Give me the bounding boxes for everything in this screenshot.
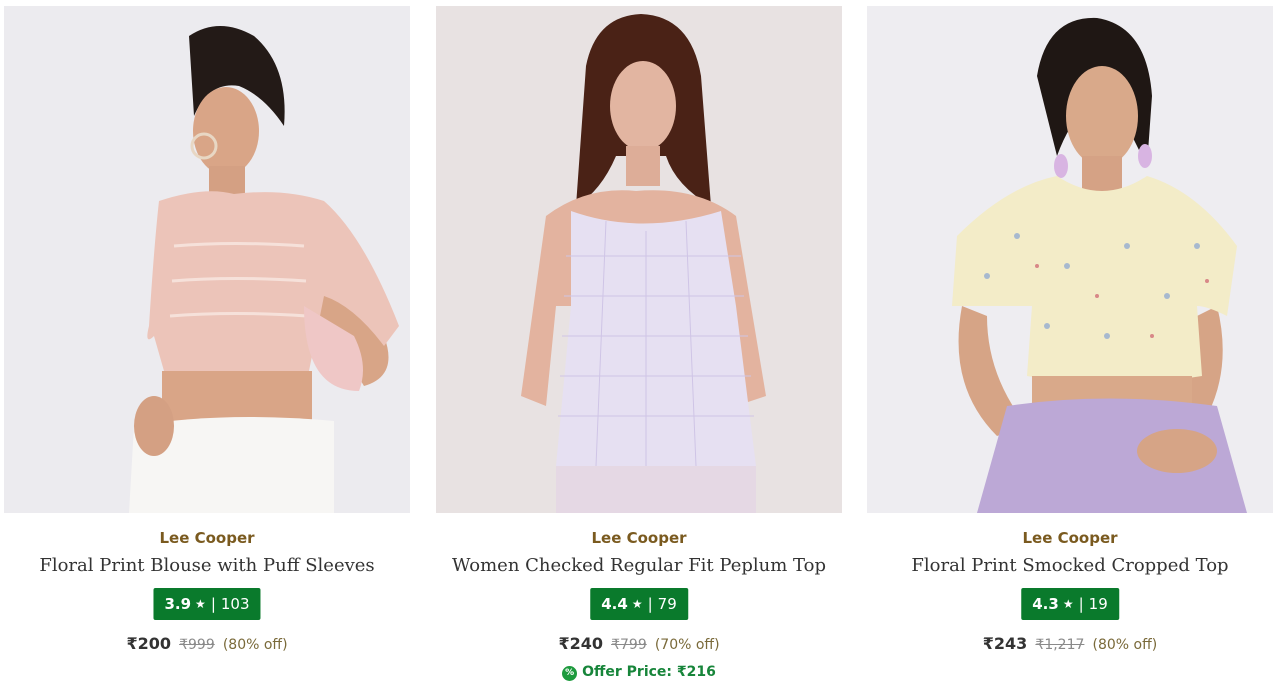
star-icon: ★ [631, 597, 643, 611]
sale-price: ₹200 [126, 634, 171, 653]
offer-percent-icon: % [562, 666, 578, 681]
product-card[interactable]: Lee Cooper Floral Print Smocked Cropped … [867, 0, 1273, 691]
star-icon: ★ [1062, 597, 1074, 611]
product-image[interactable] [4, 6, 410, 513]
discount-percent: (80% off) [1092, 637, 1158, 653]
rating-value: 4.4 [601, 595, 628, 613]
offer-price-text: Offer Price: ₹216 [582, 664, 716, 680]
original-price: ₹799 [611, 637, 647, 653]
sale-price: ₹243 [982, 634, 1028, 653]
product-grid: Lee Cooper Floral Print Blouse with Puff… [0, 0, 1280, 691]
brand-name: Lee Cooper [159, 529, 255, 547]
rating-separator: | [1078, 595, 1084, 613]
brand-name: Lee Cooper [591, 529, 687, 547]
discount-percent: (80% off) [222, 637, 288, 653]
review-count: 103 [220, 595, 250, 613]
rating-value: 4.3 [1032, 595, 1059, 613]
price-row: ₹243 ₹1,217 (80% off) [867, 634, 1273, 653]
product-image[interactable] [867, 6, 1273, 513]
product-image[interactable] [436, 6, 842, 513]
review-count: 79 [657, 595, 677, 613]
product-title[interactable]: Women Checked Regular Fit Peplum Top [436, 555, 842, 576]
original-price: ₹1,217 [1035, 637, 1085, 653]
price-row: ₹240 ₹799 (70% off) [436, 634, 842, 653]
original-price: ₹999 [179, 637, 215, 653]
rating-badge[interactable]: 4.4 ★ | 79 [590, 588, 688, 620]
review-count: 19 [1088, 595, 1108, 613]
sale-price: ₹240 [558, 634, 603, 653]
rating-badge[interactable]: 4.3 ★ | 19 [1021, 588, 1119, 620]
product-title[interactable]: Floral Print Smocked Cropped Top [867, 555, 1273, 576]
rating-badge[interactable]: 3.9 ★ | 103 [153, 588, 261, 620]
discount-percent: (70% off) [654, 637, 720, 653]
rating-value: 3.9 [164, 595, 192, 613]
rating-separator: | [647, 595, 653, 613]
price-row: ₹200 ₹999 (80% off) [4, 634, 410, 653]
offer-price: % Offer Price: ₹216 [436, 664, 842, 681]
rating-separator: | [210, 595, 216, 613]
product-card[interactable]: Lee Cooper Women Checked Regular Fit Pep… [436, 0, 842, 691]
star-icon: ★ [195, 597, 206, 611]
product-title[interactable]: Floral Print Blouse with Puff Sleeves [4, 555, 410, 576]
product-card[interactable]: Lee Cooper Floral Print Blouse with Puff… [4, 0, 410, 691]
brand-name: Lee Cooper [1022, 529, 1118, 547]
